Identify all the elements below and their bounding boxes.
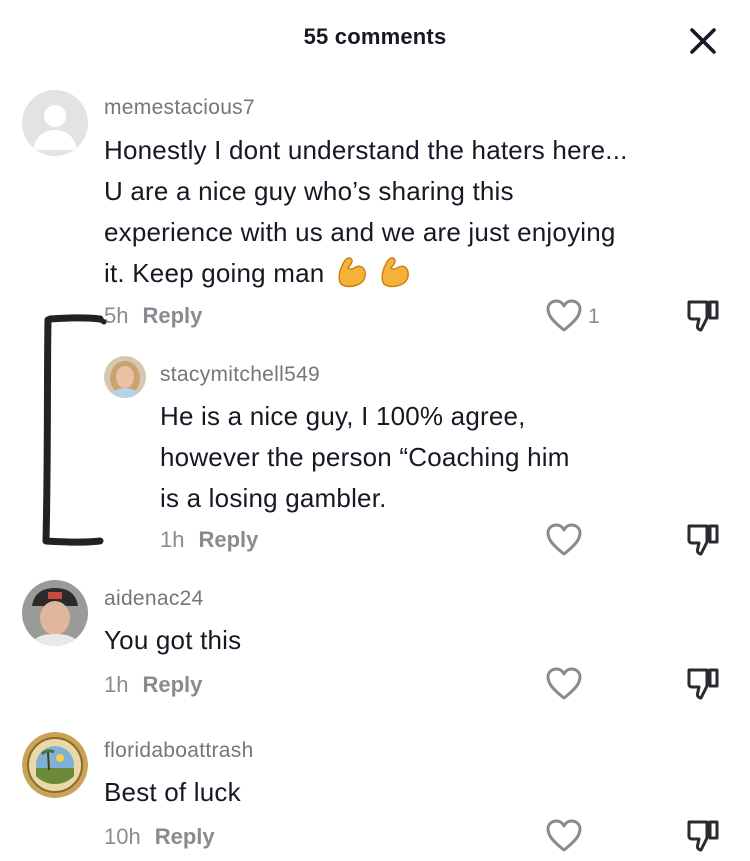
comment-text: Honestly I dont understand the haters he… — [104, 130, 634, 294]
reply-button[interactable]: Reply — [142, 672, 202, 697]
heart-icon — [546, 819, 582, 852]
comments-count-title: 55 comments — [303, 24, 447, 49]
comment-meta: 10h Reply — [104, 824, 215, 850]
comments-header: 55 comments — [0, 0, 750, 80]
comment-time: 10h — [104, 824, 141, 849]
comment-text: Best of luck — [104, 777, 241, 807]
comment-username[interactable]: floridaboattrash — [104, 739, 254, 763]
flexed-biceps-icon — [336, 254, 368, 288]
user-photo-icon — [104, 356, 146, 398]
hand-drawn-bracket — [42, 314, 107, 546]
avatar[interactable] — [104, 356, 146, 398]
dislike-button[interactable] — [684, 521, 722, 559]
comment-time: 1h — [104, 672, 129, 697]
avatar[interactable] — [22, 732, 88, 798]
reply-button[interactable]: Reply — [198, 527, 258, 552]
close-button[interactable] — [686, 24, 720, 58]
comment-time: 1h — [160, 527, 185, 552]
thumbs-down-icon — [687, 668, 719, 700]
reply-button[interactable]: Reply — [155, 824, 215, 849]
avatar[interactable] — [22, 90, 88, 156]
seal-logo-icon — [22, 732, 88, 798]
comment-text-line: He is a nice guy, I 100% agree, — [160, 401, 526, 431]
thumbs-down-icon — [687, 524, 719, 556]
comment-text: He is a nice guy, I 100% agree, however … — [160, 396, 640, 519]
avatar[interactable] — [22, 580, 88, 646]
heart-icon — [546, 299, 582, 332]
comment-username[interactable]: stacymitchell549 — [160, 363, 320, 387]
comment-meta: 1h Reply — [160, 527, 258, 553]
like-button[interactable] — [544, 520, 584, 560]
like-button[interactable] — [544, 664, 584, 704]
comment-username[interactable]: memestacious7 — [104, 96, 255, 120]
heart-icon — [546, 667, 582, 700]
like-count: 1 — [588, 305, 600, 328]
reply-button[interactable]: Reply — [142, 303, 202, 328]
comment-username[interactable]: aidenac24 — [104, 587, 204, 611]
flexed-biceps-icon — [379, 254, 411, 288]
default-avatar-icon — [22, 90, 88, 156]
comment-text-line: however the person “Coaching him — [160, 442, 570, 472]
comment-meta: 5h Reply — [104, 303, 202, 329]
heart-icon — [546, 523, 582, 556]
like-button[interactable] — [544, 816, 584, 856]
close-icon — [690, 28, 716, 54]
comment-text-line: is a losing gambler. — [160, 483, 387, 513]
comment-time: 5h — [104, 303, 129, 328]
dislike-button[interactable] — [684, 817, 722, 855]
user-photo-icon — [22, 580, 88, 646]
like-button[interactable] — [544, 296, 584, 336]
comment-text: You got this — [104, 625, 242, 655]
thumbs-down-icon — [687, 300, 719, 332]
dislike-button[interactable] — [684, 297, 722, 335]
dislike-button[interactable] — [684, 665, 722, 703]
thumbs-down-icon — [687, 820, 719, 852]
comment-meta: 1h Reply — [104, 672, 202, 698]
